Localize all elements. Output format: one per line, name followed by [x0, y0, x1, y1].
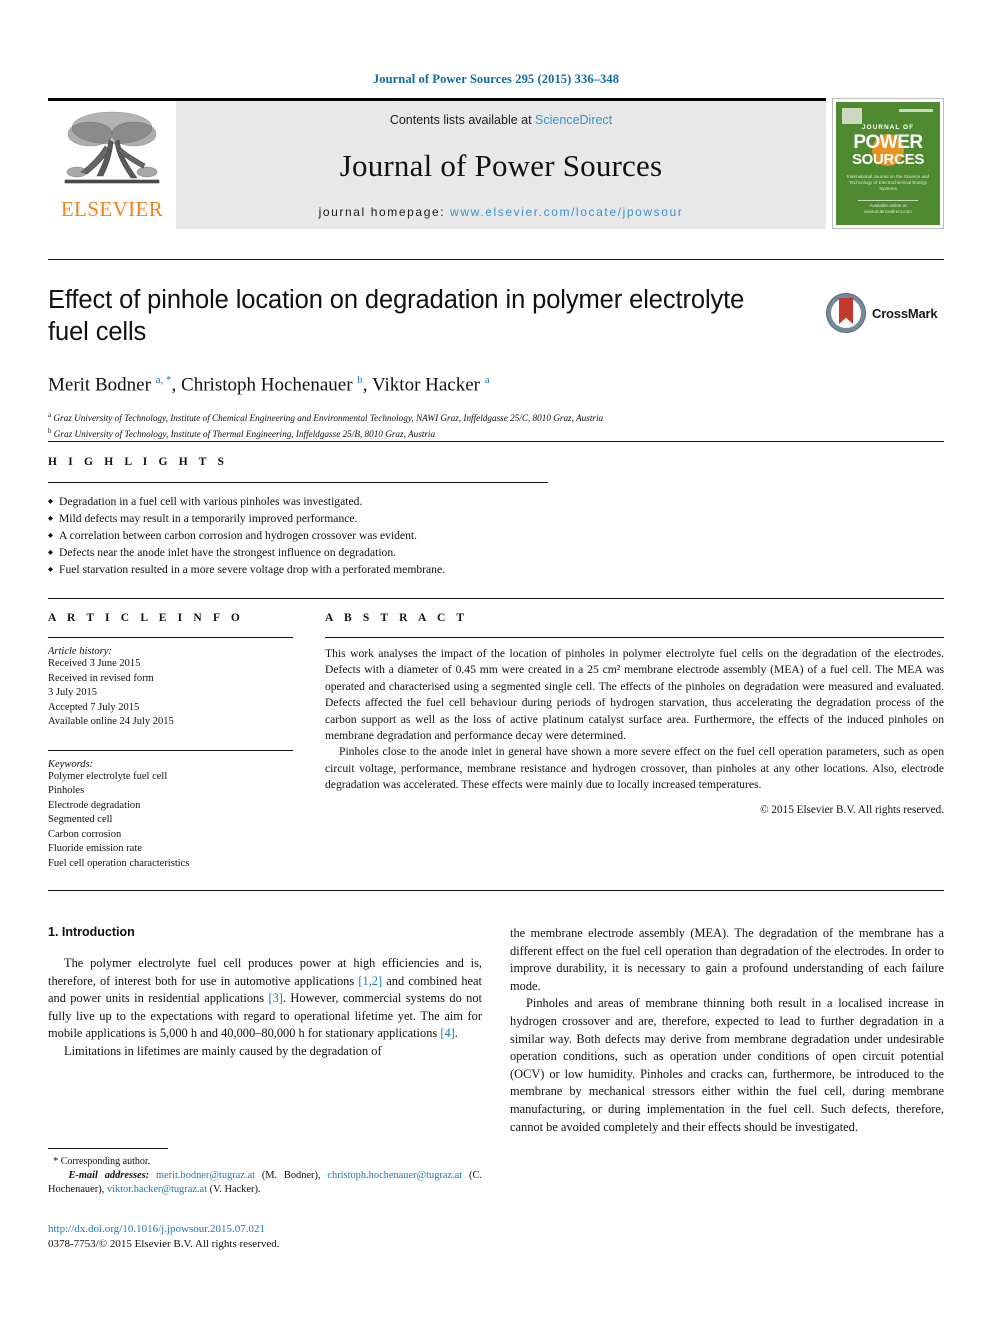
- footnote-rule: [48, 1148, 168, 1149]
- issn-copyright-line: 0378-7753/© 2015 Elsevier B.V. All right…: [48, 1238, 280, 1250]
- affiliation-list: a Graz University of Technology, Institu…: [48, 409, 778, 441]
- crossmark-icon: [826, 293, 866, 333]
- journal-masthead: ELSEVIER Contents lists available at Sci…: [48, 98, 826, 229]
- body-paragraph: The polymer electrolyte fuel cell produc…: [48, 955, 482, 1043]
- keyword-item: Segmented cell: [48, 814, 113, 825]
- abstract-copyright: © 2015 Elsevier B.V. All rights reserved…: [760, 803, 944, 816]
- author-list: Merit Bodner a, *, Christoph Hochenauer …: [48, 374, 490, 396]
- citation-ref[interactable]: [4]: [440, 1026, 454, 1040]
- article-info-section: A R T I C L E I N F O Article history: R…: [48, 612, 293, 871]
- info-section-rule: [48, 598, 944, 599]
- elsevier-tree-icon: [57, 106, 167, 198]
- abstract-section: A B S T R A C T This work analyses the i…: [325, 612, 944, 816]
- body-paragraph: Limitations in lifetimes are mainly caus…: [64, 1043, 382, 1058]
- article-info-rule: [48, 637, 293, 638]
- history-line: Received 3 June 2015: [48, 658, 141, 669]
- affiliation-b: b Graz University of Technology, Institu…: [48, 427, 436, 440]
- history-line: Accepted 7 July 2015: [48, 701, 140, 713]
- highlights-heading: H I G H L I G H T S: [48, 456, 229, 468]
- email-link-2[interactable]: christoph.hochenauer@tugraz.at: [327, 1170, 462, 1181]
- journal-homepage-line: journal homepage: www.elsevier.com/locat…: [319, 205, 684, 219]
- citation-ref[interactable]: [1,2]: [358, 974, 382, 988]
- email-link-3[interactable]: viktor.hacker@tugraz.at: [107, 1184, 207, 1195]
- doi-link[interactable]: http://dx.doi.org/10.1016/j.jpowsour.201…: [48, 1222, 482, 1237]
- contents-prefix: Contents lists available at: [389, 113, 536, 127]
- keyword-item: Carbon corrosion: [48, 828, 122, 840]
- history-line: Available online 24 July 2015: [48, 716, 174, 727]
- doi-block: http://dx.doi.org/10.1016/j.jpowsour.201…: [48, 1222, 482, 1252]
- list-item: Mild defects may result in a temporarily…: [48, 510, 608, 527]
- journal-cover-thumbnail: JOURNAL OF POWER SOURCES International J…: [832, 98, 944, 229]
- elsevier-wordmark: ELSEVIER: [60, 197, 164, 221]
- journal-title: Journal of Power Sources: [339, 148, 663, 183]
- sciencedirect-link[interactable]: ScienceDirect: [535, 113, 612, 127]
- contents-available-line: Contents lists available at ScienceDirec…: [390, 113, 612, 127]
- email-label: E-mail addresses:: [68, 1170, 150, 1181]
- abstract-paragraph: Pinholes close to the anode inlet in gen…: [325, 745, 944, 792]
- keywords-rule: [48, 749, 293, 751]
- cover-bottom-rule: [858, 200, 918, 201]
- elsevier-logo-block: ELSEVIER: [48, 101, 176, 229]
- body-section-rule: [48, 890, 944, 891]
- keywords-label: Keywords:: [48, 758, 94, 770]
- corresponding-author-text: * Corresponding author.: [53, 1156, 151, 1167]
- body-paragraph: Pinholes and areas of membrane thinning …: [510, 996, 944, 1134]
- paper-page: Journal of Power Sources 295 (2015) 336–…: [0, 0, 992, 1323]
- list-item: Fuel starvation resulted in a more sever…: [48, 561, 608, 578]
- keyword-item: Polymer electrolyte fuel cell: [48, 770, 168, 782]
- affiliation-a-text: Graz University of Technology, Institute…: [53, 413, 604, 424]
- highlights-section-rule: [48, 441, 944, 442]
- corresponding-author-note: * Corresponding author.: [48, 1155, 482, 1169]
- cover-journal-of-label: JOURNAL OF: [861, 124, 915, 131]
- page-title: Effect of pinhole location on degradatio…: [48, 286, 745, 346]
- abstract-paragraph: This work analyses the impact of the loc…: [325, 647, 944, 743]
- body-paragraph: the membrane electrode assembly (MEA). T…: [510, 926, 944, 993]
- email-name-3: (V. Hacker).: [207, 1184, 261, 1195]
- history-line: 3 July 2015: [48, 687, 98, 698]
- article-info-heading: A R T I C L E I N F O: [48, 612, 244, 624]
- title-block: Effect of pinhole location on degradatio…: [48, 284, 778, 441]
- email-addresses-note: E-mail addresses: merit.bodner@tugraz.at…: [48, 1169, 482, 1197]
- body-column-right: the membrane electrode assembly (MEA). T…: [510, 925, 944, 1136]
- highlights-section: H I G H L I G H T S Degradation in a fue…: [48, 456, 608, 578]
- affiliation-a: a Graz University of Technology, Institu…: [48, 411, 604, 424]
- homepage-link[interactable]: www.elsevier.com/locate/jpowsour: [450, 205, 683, 219]
- footnote-block: * Corresponding author. E-mail addresses…: [48, 1148, 482, 1197]
- article-history-label: Article history:: [48, 646, 112, 657]
- list-item: Degradation in a fuel cell with various …: [48, 493, 608, 510]
- masthead-body: ELSEVIER Contents lists available at Sci…: [48, 101, 826, 229]
- highlights-rule: [48, 482, 548, 483]
- abstract-rule: [325, 637, 944, 638]
- body-column-left: 1. Introduction The polymer electrolyte …: [48, 925, 482, 1061]
- homepage-prefix: journal homepage:: [318, 205, 451, 219]
- keyword-item: Fuel cell operation characteristics: [48, 857, 190, 869]
- title-section-rule: [48, 259, 944, 260]
- journal-info-panel: Contents lists available at ScienceDirec…: [176, 101, 826, 229]
- keyword-item: Pinholes: [48, 785, 85, 796]
- email-link-1[interactable]: merit.bodner@tugraz.at: [156, 1170, 255, 1181]
- journal-running-head: Journal of Power Sources 295 (2015) 336–…: [372, 72, 620, 86]
- cover-artwork: JOURNAL OF POWER SOURCES International J…: [836, 102, 940, 225]
- list-item: A correlation between carbon corrosion a…: [48, 527, 608, 544]
- highlights-list: Degradation in a fuel cell with various …: [48, 493, 608, 578]
- cover-subtitle: International Journal on the Science and…: [846, 174, 930, 191]
- email-name-1: (M. Bodner),: [255, 1170, 328, 1181]
- cover-footer-text: Available online at www.sciencedirect.co…: [864, 203, 912, 214]
- crossmark-label: CrossMark: [872, 305, 938, 321]
- crossmark-badge[interactable]: CrossMark: [826, 291, 944, 335]
- keyword-item: Electrode degradation: [48, 799, 141, 811]
- cover-top-rule: [899, 109, 933, 112]
- intro-text-d: .: [454, 1026, 458, 1041]
- affiliation-b-text: Graz University of Technology, Institute…: [53, 429, 436, 440]
- keyword-item: Fluoride emission rate: [48, 843, 142, 854]
- list-item: Defects near the anode inlet have the st…: [48, 544, 608, 561]
- citation-ref[interactable]: [3]: [268, 991, 282, 1005]
- cover-elsevier-mark-icon: [842, 108, 862, 124]
- section-heading-introduction: 1. Introduction: [48, 925, 135, 939]
- abstract-heading: A B S T R A C T: [325, 612, 469, 624]
- cover-sources-label: SOURCES: [851, 151, 925, 168]
- cover-power-label: POWER: [853, 132, 923, 153]
- history-line: Received in revised form: [48, 672, 154, 684]
